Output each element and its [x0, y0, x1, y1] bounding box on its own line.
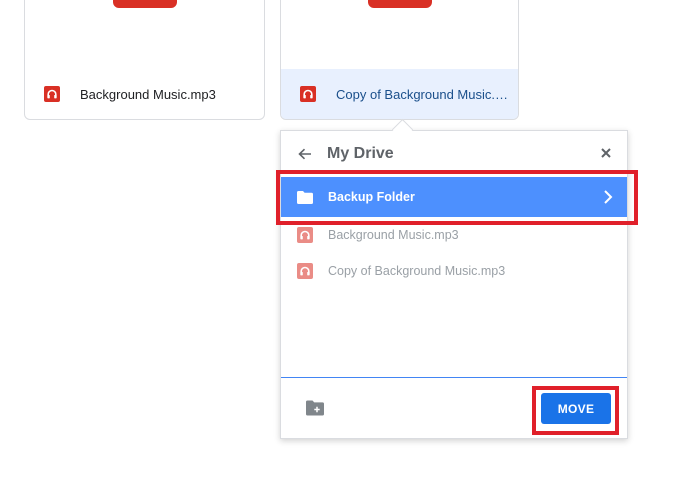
audio-file-icon	[300, 86, 316, 102]
list-item-file: Background Music.mp3	[281, 217, 627, 253]
dialog-title: My Drive	[327, 145, 394, 162]
file-name: Copy of Background Music.mp3	[336, 86, 508, 102]
list-item-label: Copy of Background Music.mp3	[328, 264, 506, 278]
file-row[interactable]: Copy of Background Music.mp3	[281, 69, 518, 119]
folder-icon	[297, 190, 313, 204]
dialog-footer: MOVE	[281, 377, 627, 438]
audio-file-icon	[297, 263, 313, 279]
folder-item-label: Backup Folder	[328, 190, 415, 204]
file-card-selected[interactable]: Copy of Background Music.mp3	[280, 0, 519, 120]
file-card[interactable]: Background Music.mp3	[24, 0, 265, 120]
arrow-back-icon[interactable]	[297, 146, 313, 162]
list-item-file: Copy of Background Music.mp3	[281, 253, 627, 289]
audio-file-icon	[297, 227, 313, 243]
audio-file-icon	[44, 86, 60, 102]
list-item-label: Background Music.mp3	[328, 228, 459, 242]
dialog-header: My Drive	[281, 131, 627, 177]
drive-screen: Background Music.mp3 Copy of Background …	[0, 0, 681, 486]
new-folder-icon[interactable]	[306, 400, 324, 416]
close-icon[interactable]	[599, 146, 613, 160]
file-thumbnail	[113, 0, 177, 8]
move-dialog: My Drive Backup Folder Background Music.…	[280, 130, 628, 439]
folder-item-backup[interactable]: Backup Folder	[281, 177, 627, 217]
file-thumbnail	[368, 0, 432, 8]
file-row[interactable]: Background Music.mp3	[25, 69, 264, 119]
move-button[interactable]: MOVE	[541, 393, 611, 424]
folder-list: Backup Folder Background Music.mp3 Copy …	[281, 177, 627, 289]
file-name: Background Music.mp3	[80, 86, 216, 102]
chevron-right-icon[interactable]	[603, 189, 613, 205]
